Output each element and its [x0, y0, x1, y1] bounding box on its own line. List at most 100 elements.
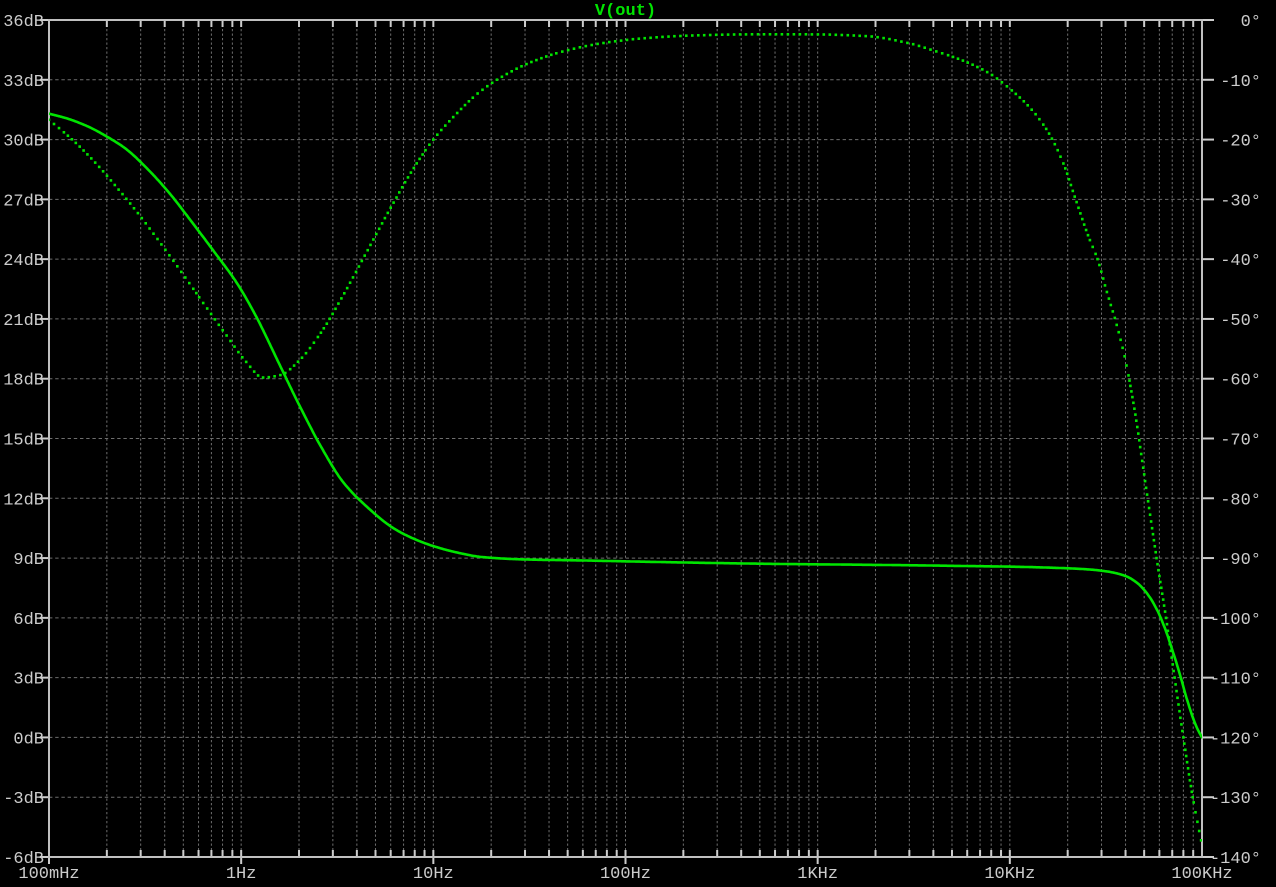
phase-dot	[1096, 257, 1099, 261]
y-right-label: -130°	[1210, 790, 1261, 809]
phase-dot	[578, 46, 582, 49]
phase-dot	[1174, 683, 1177, 686]
phase-dot	[1138, 445, 1142, 449]
phase-dot	[300, 356, 304, 359]
phase-dot	[1119, 338, 1122, 342]
phase-dot	[1014, 92, 1018, 96]
phase-dot	[1157, 568, 1160, 572]
phase-dot	[1050, 137, 1054, 140]
phase-dot	[500, 75, 504, 79]
phase-dot	[1079, 212, 1082, 215]
phase-dot	[917, 44, 921, 48]
phase-dot	[786, 33, 790, 36]
phase-dot	[1179, 716, 1182, 720]
phase-dot	[432, 138, 435, 141]
phase-dot	[481, 88, 484, 92]
axis-labels: 36dB 33dB 30dB 27dB 24dB 21dB 18dB 15dB 12dB 9dB 6…	[3, 13, 1261, 884]
phase-dot	[331, 312, 334, 316]
phase-dot	[1178, 709, 1181, 713]
phase-dot	[804, 33, 808, 36]
phase-dot	[1173, 676, 1176, 679]
phase-dot	[132, 207, 136, 210]
phase-dot	[1139, 452, 1143, 456]
phase-dot	[363, 254, 366, 257]
phase-dot	[1135, 419, 1138, 422]
y-right-label: -70°	[1220, 432, 1261, 451]
phase-dot	[201, 301, 205, 305]
y-right-label: -90°	[1220, 551, 1261, 570]
phase-dot	[325, 322, 329, 325]
phase-dot	[176, 265, 179, 268]
phase-dot	[1103, 284, 1107, 287]
y-left-label: 30dB	[3, 133, 44, 152]
phase-dot	[136, 211, 140, 215]
phase-dot	[90, 157, 93, 160]
phase-dot	[241, 356, 244, 359]
y-left-label: 6dB	[13, 611, 44, 630]
phase-dot	[476, 92, 479, 95]
phase-dot	[834, 33, 838, 37]
phase-dot	[267, 375, 271, 379]
phase-dot	[463, 103, 467, 107]
phase-dot	[1155, 556, 1158, 560]
phase-dot	[1149, 520, 1153, 523]
phase-dot	[655, 36, 658, 39]
phase-dot	[1145, 493, 1149, 496]
phase-dot	[1142, 473, 1146, 476]
phase-dot	[377, 227, 381, 231]
phase-dot	[261, 376, 265, 379]
phase-dot	[1158, 574, 1161, 578]
phase-dot	[961, 59, 965, 62]
phase-dot	[337, 302, 340, 305]
phase-dot	[1113, 316, 1117, 320]
phase-dot	[1026, 104, 1029, 107]
phase-dot	[1151, 532, 1155, 536]
phase-dot	[168, 254, 171, 257]
phase-dot	[852, 34, 856, 37]
phase-dot	[1141, 466, 1145, 469]
phase-dot	[1133, 407, 1136, 410]
phase-dot	[471, 96, 475, 99]
x-axis-label: 100Hz	[600, 865, 651, 884]
phase-dot	[392, 201, 395, 204]
phase-dot	[180, 270, 183, 274]
phase-dot	[566, 48, 570, 52]
phase-dot	[911, 42, 915, 46]
phase-dot	[1190, 790, 1194, 794]
phase-dot	[1143, 479, 1147, 483]
phase-dot	[1167, 636, 1171, 639]
phase-dot	[348, 281, 352, 284]
phase-dot	[1159, 580, 1162, 584]
x-axis-label: 1KHz	[797, 865, 838, 884]
phase-dot	[555, 52, 558, 55]
phase-dot	[1171, 663, 1174, 666]
phase-dot	[1030, 108, 1033, 111]
phase-dot	[520, 65, 523, 68]
phase-dot	[1168, 642, 1172, 646]
y-right-label: -100°	[1210, 611, 1261, 630]
phase-dot	[1184, 748, 1187, 752]
phase-dot	[1127, 374, 1130, 377]
phase-dot	[1107, 297, 1111, 300]
phase-dot	[550, 53, 553, 57]
y-left-label: 21dB	[3, 312, 44, 331]
phase-dot	[490, 81, 494, 85]
y-right-label: -20°	[1220, 133, 1261, 152]
phase-dot	[1161, 598, 1165, 601]
phase-dot	[1132, 401, 1135, 405]
phase-dot	[894, 39, 897, 42]
waveform-viewer-pane: 36dB 33dB 30dB 27dB 24dB 21dB 18dB 15dB 12dB 9dB 6…	[0, 0, 1276, 887]
phase-dot	[284, 371, 287, 375]
phase-dot	[113, 183, 117, 187]
phase-dot	[340, 297, 343, 300]
phase-dot	[1088, 238, 1092, 242]
phase-dot	[328, 317, 331, 321]
phase-dot	[128, 202, 132, 205]
phase-dot	[389, 206, 392, 209]
phase-dot	[1146, 500, 1150, 503]
phase-dot	[1005, 85, 1009, 88]
phase-dot	[424, 148, 427, 152]
phase-dot	[649, 36, 652, 40]
phase-dot	[1047, 132, 1051, 135]
phase-dot	[292, 364, 296, 367]
